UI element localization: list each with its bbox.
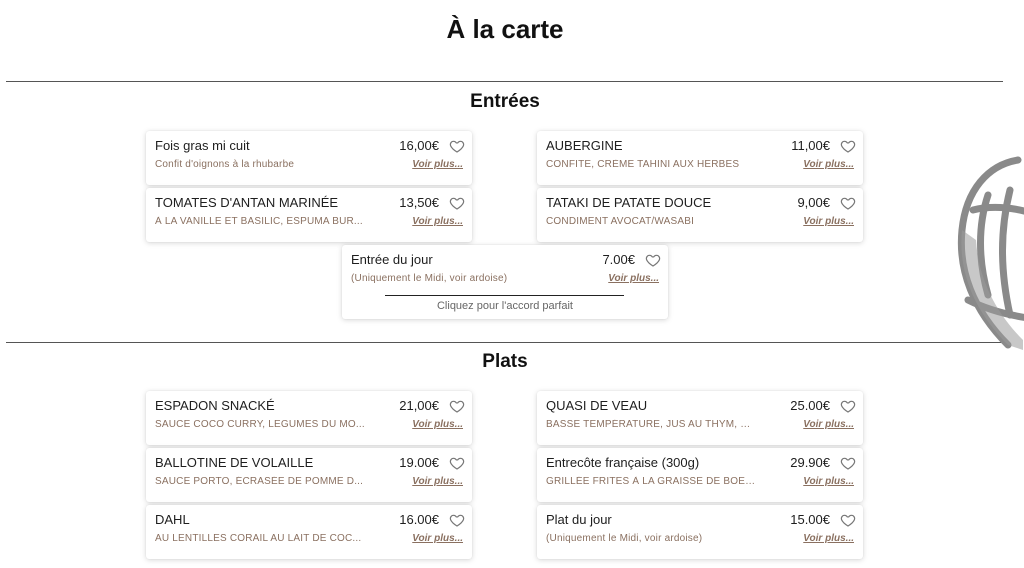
heart-outline-icon[interactable]	[449, 398, 465, 414]
accord-divider	[385, 295, 624, 296]
item-name: TATAKI DE PATATE DOUCE	[546, 195, 712, 210]
item-description: Confit d'oignons à la rhubarbe	[155, 159, 295, 170]
see-more-link[interactable]: Voir plus...	[608, 273, 659, 284]
item-description: SAUCE PORTO, ÉCRASÉE DE POMME D...	[155, 476, 364, 487]
item-description: BASSE TEMPÉRATURE, JUS AU THYM, C...	[546, 419, 756, 430]
see-more-link[interactable]: Voir plus...	[803, 419, 854, 430]
item-name: TOMATES D'ANTAN MARINÉE	[155, 195, 339, 210]
see-more-link[interactable]: Voir plus...	[412, 476, 463, 487]
item-description: (Uniquement le Midi, voir ardoise)	[351, 273, 508, 284]
see-more-link[interactable]: Voir plus...	[412, 533, 463, 544]
page-title: À la carte	[446, 14, 564, 44]
heart-outline-icon[interactable]	[840, 138, 856, 154]
menu-page: À la carte Entrées Fois gras mi cuit 16,…	[0, 0, 1024, 568]
item-price: 19.00€	[399, 455, 439, 470]
item-description: SAUCE COCO CURRY, LEGUMES DU MO...	[155, 419, 365, 430]
item-price: 13,50€	[399, 195, 439, 210]
see-more-link[interactable]: Voir plus...	[803, 216, 854, 227]
item-name: Fois gras mi cuit	[155, 138, 250, 153]
section-title-entrees: Entrées	[470, 91, 540, 112]
heart-outline-icon[interactable]	[840, 195, 856, 211]
item-price: 25.00€	[790, 398, 830, 413]
see-more-link[interactable]: Voir plus...	[803, 476, 854, 487]
see-more-link[interactable]: Voir plus...	[412, 419, 463, 430]
menu-item-card[interactable]: AUBERGINE 11,00€ CONFITE, CRÈME TAHINI A…	[537, 131, 863, 185]
item-price: 7.00€	[602, 252, 635, 267]
see-more-link[interactable]: Voir plus...	[803, 533, 854, 544]
item-description: CONFITE, CRÈME TAHINI AUX HERBES	[546, 159, 740, 170]
menu-item-card[interactable]: Plat du jour 15.00€ (Uniquement le Midi,…	[537, 505, 863, 559]
heart-outline-icon[interactable]	[449, 455, 465, 471]
divider	[6, 81, 1003, 82]
heart-outline-icon[interactable]	[840, 398, 856, 414]
menu-item-card[interactable]: DAHL 16.00€ AU LENTILLES CORAIL AU LAIT …	[146, 505, 472, 559]
item-name: ESPADON SNACKÉ	[155, 398, 275, 413]
heart-outline-icon[interactable]	[449, 512, 465, 528]
menu-item-card-special[interactable]: Entrée du jour 7.00€ (Uniquement le Midi…	[342, 245, 668, 319]
item-price: 9,00€	[797, 195, 830, 210]
divider	[6, 342, 1003, 343]
item-price: 11,00€	[791, 138, 830, 153]
item-name: Entrecôte française (300g)	[546, 455, 700, 470]
menu-item-card[interactable]: BALLOTINE DE VOLAILLE 19.00€ SAUCE PORTO…	[146, 448, 472, 502]
item-description: (Uniquement le Midi, voir ardoise)	[546, 533, 703, 544]
heart-outline-icon[interactable]	[645, 252, 661, 268]
item-price: 29.90€	[790, 455, 830, 470]
item-name: AUBERGINE	[546, 138, 623, 153]
see-more-link[interactable]: Voir plus...	[803, 159, 854, 170]
item-name: DAHL	[155, 512, 190, 527]
item-description: CONDIMENT AVOCAT/WASABI	[546, 216, 695, 227]
item-price: 16.00€	[399, 512, 439, 527]
section-title-plats: Plats	[482, 351, 528, 372]
item-name: QUASI DE VEAU	[546, 398, 648, 413]
item-description: AU LENTILLES CORAIL AU LAIT DE COC...	[155, 533, 362, 544]
item-description: À LA VANILLE ET BASILIC, ESPUMA BUR...	[155, 216, 363, 227]
menu-item-card[interactable]: ESPADON SNACKÉ 21,00€ SAUCE COCO CURRY, …	[146, 391, 472, 445]
menu-item-card[interactable]: TATAKI DE PATATE DOUCE 9,00€ CONDIMENT A…	[537, 188, 863, 242]
heart-outline-icon[interactable]	[449, 195, 465, 211]
heart-outline-icon[interactable]	[840, 455, 856, 471]
item-description: GRILLÉE FRITES À LA GRAISSE DE BOEU...	[546, 476, 756, 487]
item-price: 16,00€	[399, 138, 439, 153]
menu-item-card[interactable]: Fois gras mi cuit 16,00€ Confit d'oignon…	[146, 131, 472, 185]
item-price: 15.00€	[790, 512, 830, 527]
wine-pairing-link[interactable]: Cliquez pour l'accord parfait	[342, 300, 668, 312]
item-name: Plat du jour	[546, 512, 612, 527]
item-name: Entrée du jour	[351, 252, 433, 267]
item-price: 21,00€	[399, 398, 439, 413]
menu-item-card[interactable]: QUASI DE VEAU 25.00€ BASSE TEMPÉRATURE, …	[537, 391, 863, 445]
heart-outline-icon[interactable]	[840, 512, 856, 528]
illustration-decoration	[957, 156, 1024, 350]
see-more-link[interactable]: Voir plus...	[412, 159, 463, 170]
heart-outline-icon[interactable]	[449, 138, 465, 154]
menu-item-card[interactable]: Entrecôte française (300g) 29.90€ GRILLÉ…	[537, 448, 863, 502]
item-name: BALLOTINE DE VOLAILLE	[155, 455, 314, 470]
see-more-link[interactable]: Voir plus...	[412, 216, 463, 227]
menu-item-card[interactable]: TOMATES D'ANTAN MARINÉE 13,50€ À LA VANI…	[146, 188, 472, 242]
